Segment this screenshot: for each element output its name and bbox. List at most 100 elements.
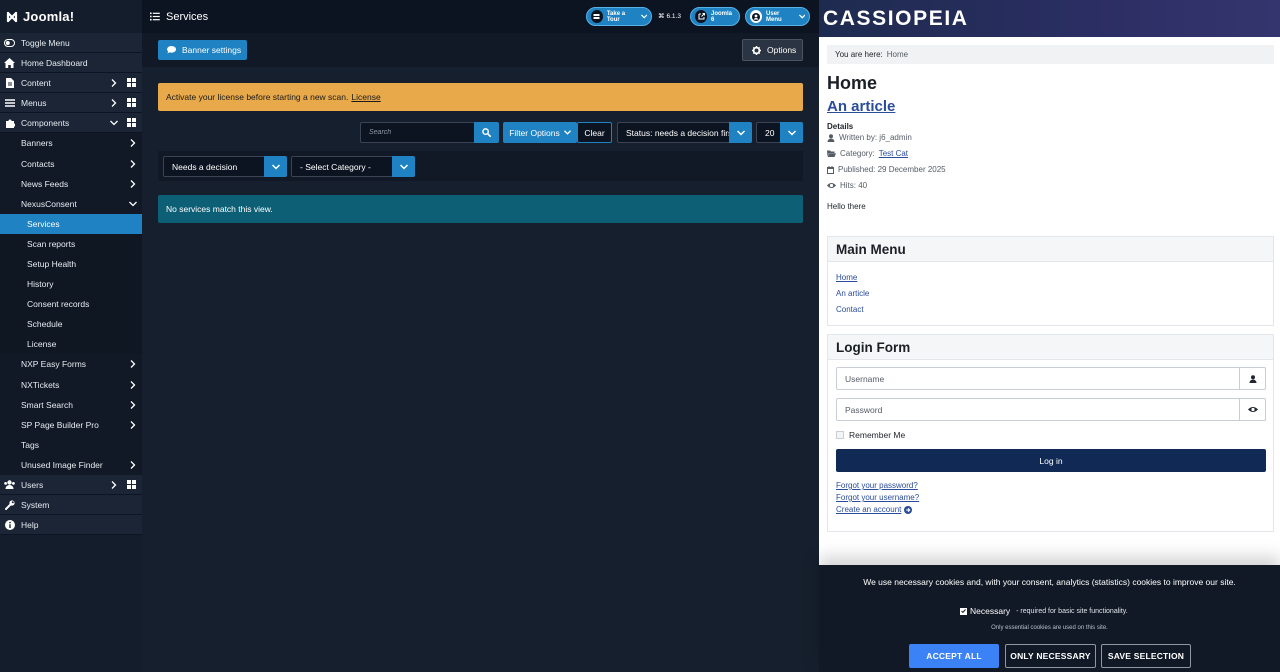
sidebar-item-help[interactable]: Help — [0, 515, 142, 536]
category-filter-value: - Select Category - — [300, 161, 371, 172]
banner-settings-label: Banner settings — [182, 45, 242, 55]
sidebar-item-license[interactable]: License — [0, 334, 142, 355]
sidebar-item-tags[interactable]: Tags — [0, 434, 142, 455]
forgot-username-link[interactable]: Forgot your username? — [836, 493, 919, 502]
chevron-right-icon[interactable] — [110, 78, 118, 87]
chevron-down-icon — [264, 156, 287, 177]
main-menu-module: Main Menu — [827, 236, 1274, 326]
chevron-right-icon[interactable] — [110, 480, 118, 489]
sidebar-item-unused-image-finder[interactable]: Unused Image Finder — [0, 454, 142, 475]
accept-all-button[interactable]: ACCEPT ALL — [909, 644, 999, 668]
sidebar-item-components[interactable]: Components — [0, 113, 142, 134]
sidebar-item-users[interactable]: Users — [0, 474, 142, 496]
dashboard-grid-icon[interactable] — [127, 78, 136, 88]
chevron-right-icon[interactable] — [129, 179, 137, 188]
sidebar-item-system[interactable]: System — [0, 495, 142, 516]
sidebar-item-history[interactable]: History — [0, 274, 142, 295]
search-box — [360, 122, 499, 143]
search-input[interactable] — [361, 123, 474, 142]
sidebar-item-sp-page-builder-pro[interactable]: SP Page Builder Pro — [0, 414, 142, 435]
sidebar-item-content[interactable]: Content — [0, 73, 142, 94]
sidebar-item-nxp-easy-forms[interactable]: NXP Easy Forms — [0, 354, 142, 375]
login-form-title: Login Form — [828, 335, 1273, 360]
dashboard-grid-icon[interactable] — [127, 118, 136, 128]
chevron-down-icon[interactable] — [129, 200, 137, 208]
chevron-right-icon[interactable] — [129, 139, 137, 148]
sidebar-item-home-dashboard[interactable]: Home Dashboard — [0, 53, 142, 74]
sidebar-item-smart-search[interactable]: Smart Search — [0, 394, 142, 415]
breadcrumb-home[interactable]: Home — [887, 50, 908, 59]
no-results-alert: No services match this view. — [158, 195, 803, 223]
article-intro: Hello there — [827, 202, 866, 211]
chevron-right-icon[interactable] — [129, 159, 137, 168]
user-menu-button[interactable]: User Menu — [745, 7, 810, 26]
chevron-right-icon[interactable] — [129, 420, 137, 429]
sidebar-item-contacts[interactable]: Contacts — [0, 153, 142, 174]
chevron-right-icon[interactable] — [129, 380, 137, 389]
sidebar-item-menus[interactable]: Menus — [0, 93, 142, 114]
sidebar-item-label: System — [21, 499, 50, 510]
username-input[interactable] — [837, 368, 1240, 389]
dashboard-grid-icon[interactable] — [127, 98, 136, 108]
joomla-logo[interactable]: Joomla! — [0, 0, 142, 33]
chevron-right-icon[interactable] — [129, 360, 137, 369]
article-category-link[interactable]: Test Cat — [879, 149, 908, 158]
create-account-link[interactable]: Create an account — [836, 505, 901, 514]
main-menu-item-home[interactable]: Home — [836, 273, 857, 282]
chevron-down-icon — [798, 14, 805, 19]
joomla-brand-text: Joomla! — [23, 9, 75, 24]
wrench-icon — [4, 499, 15, 510]
necessary-description: - required for basic site functionality. — [1016, 607, 1128, 615]
status-filter-select[interactable]: Status: needs a decision first — [617, 122, 752, 143]
sidebar-item-label: Services — [27, 218, 60, 229]
clear-button[interactable]: Clear — [577, 122, 612, 143]
site-link-button[interactable]: Joomla 6 — [690, 7, 740, 26]
save-selection-button[interactable]: SAVE SELECTION — [1101, 644, 1191, 668]
cookie-note: Only essential cookies are used on this … — [991, 625, 1108, 631]
sidebar-item-scan-reports[interactable]: Scan reports — [0, 233, 142, 254]
list-limit-select[interactable]: 20 — [756, 122, 803, 143]
chevron-down-icon — [640, 14, 647, 19]
take-a-tour-button[interactable]: Take a Tour — [586, 7, 652, 26]
show-password-button[interactable] — [1239, 398, 1266, 421]
sidebar-item-services[interactable]: Services — [0, 213, 142, 234]
main-menu-item-article[interactable]: An article — [836, 289, 869, 298]
user-icon — [827, 133, 835, 142]
remember-me-checkbox[interactable] — [836, 431, 844, 439]
chevron-right-icon[interactable] — [129, 400, 137, 409]
toggle-icon — [4, 37, 15, 48]
password-input[interactable] — [837, 399, 1240, 420]
site-brand[interactable]: CASSIOPEIA — [823, 7, 969, 31]
sidebar-item-label: Scan reports — [27, 238, 76, 249]
sidebar-item-nexusconsent[interactable]: NexusConsent — [0, 193, 142, 214]
filter-options-button[interactable]: Filter Options — [503, 122, 577, 143]
decision-filter-select[interactable]: Needs a decision — [163, 156, 287, 177]
sidebar-item-nxtickets[interactable]: NXTickets — [0, 374, 142, 395]
site-link-label: Joomla 6 — [711, 10, 733, 23]
sidebar-item-banners[interactable]: Banners — [0, 133, 142, 154]
license-link[interactable]: License — [351, 92, 380, 102]
sidebar-item-setup-health[interactable]: Setup Health — [0, 253, 142, 275]
category-filter-select[interactable]: - Select Category - — [291, 156, 415, 177]
article-title-link[interactable]: An article — [827, 98, 895, 115]
main-menu-item-contact[interactable]: Contact — [836, 305, 864, 314]
forgot-password-link[interactable]: Forgot your password? — [836, 481, 918, 490]
only-necessary-button[interactable]: ONLY NECESSARY — [1005, 644, 1096, 668]
dashboard-grid-icon[interactable] — [127, 480, 136, 490]
take-a-tour-label: Take a Tour — [606, 10, 626, 23]
options-button[interactable]: Options — [742, 39, 803, 61]
chevron-down-icon[interactable] — [110, 119, 118, 127]
banner-settings-button[interactable]: Banner settings — [158, 40, 247, 60]
chevron-right-icon[interactable] — [129, 460, 137, 469]
search-button[interactable] — [474, 122, 499, 143]
user-menu-label: User Menu — [766, 10, 782, 23]
sidebar-item-consent-records[interactable]: Consent records — [0, 294, 142, 315]
sidebar-item-news-feeds[interactable]: News Feeds — [0, 173, 142, 194]
toggle-menu-button[interactable]: Toggle Menu — [0, 33, 142, 53]
sidebar-item-schedule[interactable]: Schedule — [0, 314, 142, 335]
file-icon — [4, 77, 15, 88]
breadcrumb: You are here: Home — [827, 45, 1274, 64]
chevron-right-icon[interactable] — [110, 98, 118, 107]
login-button[interactable]: Log in — [836, 449, 1266, 472]
necessary-checkbox[interactable] — [960, 607, 967, 615]
